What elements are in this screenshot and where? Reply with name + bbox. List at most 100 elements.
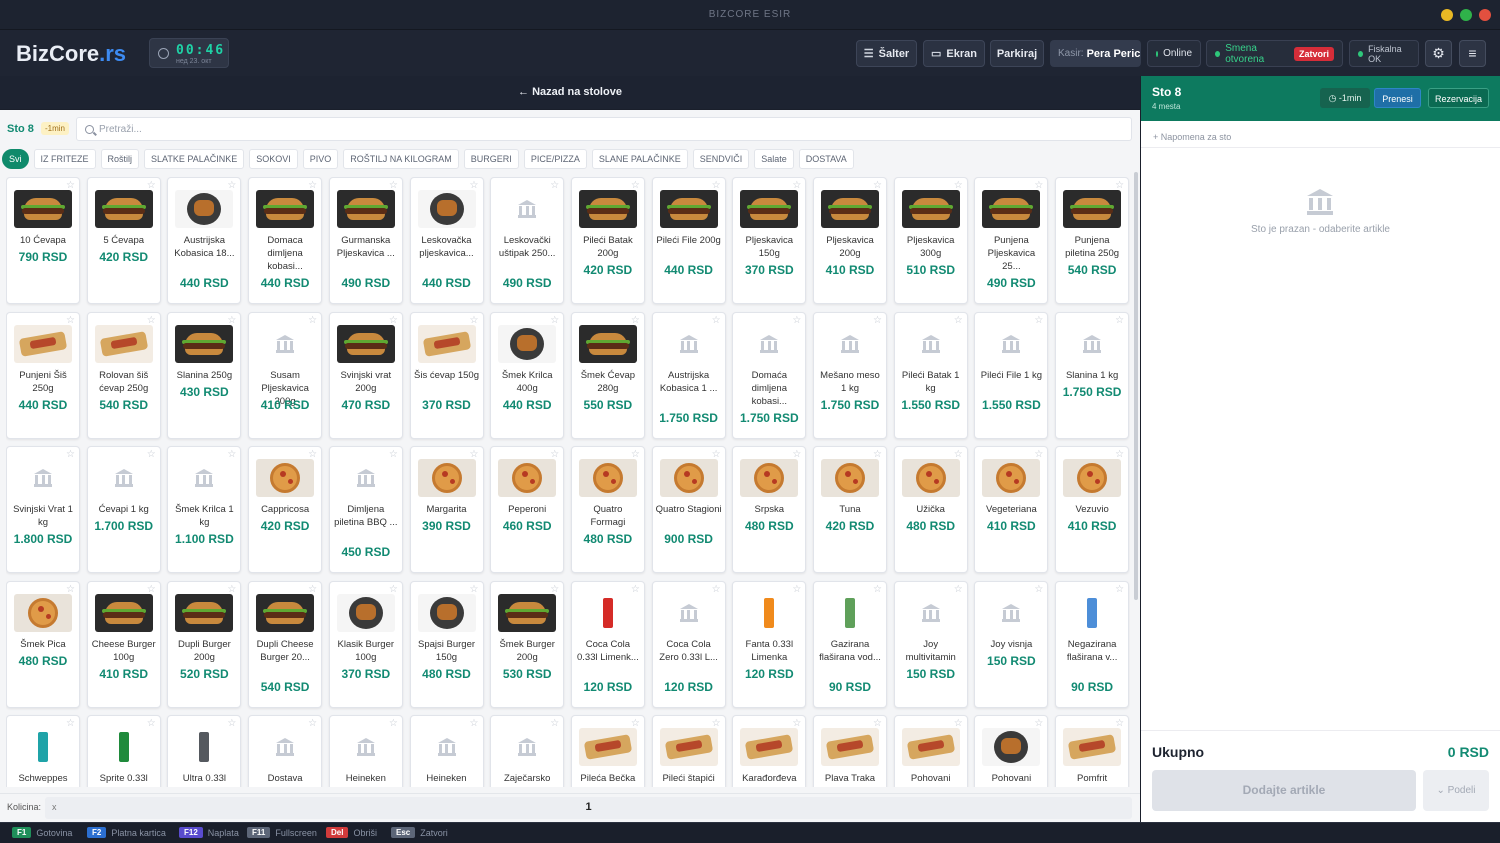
favorite-star-icon[interactable]: ☆ — [712, 315, 721, 326]
product-card[interactable]: ☆ Šmek Burger 200g 530 RSD — [490, 580, 565, 708]
product-card[interactable]: ☆ Joy multivitamin 150 RSD — [893, 580, 968, 708]
split-button[interactable]: ⌄ Podeli — [1423, 770, 1489, 811]
product-card[interactable]: ☆ Tuna 420 RSD — [813, 446, 887, 573]
favorite-star-icon[interactable]: ☆ — [308, 315, 317, 326]
product-card[interactable]: ☆ Domaca dimljena kobasi... 440 RSD — [248, 177, 323, 304]
favorite-star-icon[interactable]: ☆ — [954, 584, 963, 595]
product-card[interactable]: ☆ Pomfrit — [1055, 715, 1130, 787]
product-card[interactable]: ☆ Pohovani — [974, 715, 1049, 787]
category-tab[interactable]: SLANE PALAČINKE — [591, 149, 688, 169]
product-card[interactable]: ☆ Šmek Ćevap 280g 550 RSD — [570, 311, 645, 439]
favorite-star-icon[interactable]: ☆ — [792, 315, 801, 326]
favorite-star-icon[interactable]: ☆ — [631, 315, 640, 326]
search-input[interactable] — [99, 121, 1099, 137]
product-card[interactable]: ☆ Leskovačka pljeskavica... 440 RSD — [409, 177, 484, 304]
product-card[interactable]: ☆ Sprite 0.33l — [86, 715, 161, 787]
category-tab[interactable]: SOKOVI — [249, 149, 298, 169]
add-note-button[interactable]: + Napomena za sto — [1153, 132, 1231, 142]
favorite-star-icon[interactable]: ☆ — [470, 315, 479, 326]
favorite-star-icon[interactable]: ☆ — [66, 584, 75, 595]
product-card[interactable]: ☆ Šmek Krilca 400g 440 RSD — [490, 311, 565, 439]
shortcut-item[interactable]: Esc Zatvori — [391, 827, 448, 838]
product-card[interactable]: ☆ Coca Cola 0.33l Limenk... 120 RSD — [570, 580, 645, 708]
product-card[interactable]: ☆ Srpska 480 RSD — [732, 446, 807, 573]
product-card[interactable]: ☆ Pileći File 200g 440 RSD — [651, 177, 726, 304]
parkiraj-button[interactable]: Parkiraj — [990, 40, 1044, 67]
product-card[interactable]: ☆ Dimljena piletina BBQ ... 450 RSD — [328, 446, 403, 573]
product-card[interactable]: ☆ Šmek Pica 480 RSD — [6, 580, 80, 708]
favorite-star-icon[interactable]: ☆ — [147, 584, 156, 595]
favorite-star-icon[interactable]: ☆ — [470, 584, 479, 595]
product-card[interactable]: ☆ Svinjski Vrat 1 kg 1.800 RSD — [6, 446, 80, 573]
product-card[interactable]: ☆ Rolovan šiš ćevap 250g 540 RSD — [86, 311, 161, 439]
category-tab[interactable]: DOSTAVA — [798, 149, 854, 169]
category-tab[interactable]: PICE/PIZZA — [523, 149, 587, 169]
product-card[interactable]: ☆ Ćevapi 1 kg 1.700 RSD — [86, 446, 161, 573]
product-card[interactable]: ☆ Vezuvio 410 RSD — [1055, 446, 1130, 573]
product-card[interactable]: ☆ Peperoni 460 RSD — [490, 446, 565, 573]
product-card[interactable]: ☆ Austrijska Kobasica 1 ... 1.750 RSD — [651, 311, 726, 439]
product-card[interactable]: ☆ Margarita 390 RSD — [409, 446, 484, 573]
category-tab[interactable]: SLATKE PALAČINKE — [144, 149, 245, 169]
rezervacija-button[interactable]: Rezervacija — [1428, 88, 1489, 108]
back-to-tables-button[interactable]: ← Nazad na stolove — [0, 76, 1140, 109]
product-card[interactable]: ☆ Gazirana flaširana vod... 90 RSD — [813, 580, 887, 708]
product-card[interactable]: ☆ Punjeni Šiš 250g 440 RSD — [6, 311, 80, 439]
category-tab[interactable]: BURGERI — [463, 149, 519, 169]
salter-button[interactable]: ☰ Šalter — [856, 40, 917, 67]
product-card[interactable]: ☆ Austrijska Kobasica 18... 440 RSD — [167, 177, 242, 304]
product-card[interactable]: ☆ Susam Pljeskavica 200g 410 RSD — [248, 311, 323, 439]
category-tab[interactable]: PIVO — [302, 149, 339, 169]
favorite-star-icon[interactable]: ☆ — [389, 584, 398, 595]
product-card[interactable]: ☆ Pohovani — [893, 715, 968, 787]
favorite-star-icon[interactable]: ☆ — [712, 584, 721, 595]
product-card[interactable]: ☆ Slanina 1 kg 1.750 RSD — [1055, 311, 1130, 439]
product-card[interactable]: ☆ Užička 480 RSD — [893, 446, 968, 573]
category-tab[interactable]: Salate — [754, 149, 794, 169]
product-card[interactable]: ☆ Heineken — [409, 715, 484, 787]
product-card[interactable]: ☆ Mešano meso 1 kg 1.750 RSD — [813, 311, 887, 439]
product-card[interactable]: ☆ Svinjski vrat 200g 470 RSD — [328, 311, 403, 439]
quantity-input[interactable]: x 1 — [45, 797, 1132, 819]
product-card[interactable]: ☆ Leskovački uštipak 250... 490 RSD — [490, 177, 565, 304]
product-card[interactable]: ☆ Karađorđeva — [732, 715, 807, 787]
product-card[interactable]: ☆ Plava Traka — [813, 715, 887, 787]
product-card[interactable]: ☆ Punjena piletina 250g 540 RSD — [1055, 177, 1130, 304]
favorite-star-icon[interactable]: ☆ — [227, 584, 236, 595]
product-card[interactable]: ☆ Pljeskavica 300g 510 RSD — [893, 177, 968, 304]
shortcut-item[interactable]: F1 Gotovina — [12, 827, 72, 838]
favorite-star-icon[interactable]: ☆ — [873, 315, 882, 326]
shortcut-item[interactable]: Del Obriši — [326, 827, 377, 838]
category-tab[interactable]: Svi — [2, 149, 29, 169]
close-window-button[interactable] — [1479, 9, 1491, 21]
product-card[interactable]: ☆ Quatro Formagi 480 RSD — [570, 446, 645, 573]
product-card[interactable]: ☆ Domaća dimljena kobasi... 1.750 RSD — [732, 311, 807, 439]
product-card[interactable]: ☆ Zaječarsko — [490, 715, 565, 787]
category-tab[interactable]: SENDVIČI — [692, 149, 750, 169]
favorite-star-icon[interactable]: ☆ — [954, 315, 963, 326]
close-shift-button[interactable]: Zatvori — [1293, 46, 1334, 61]
favorite-star-icon[interactable]: ☆ — [1115, 315, 1124, 326]
product-card[interactable]: ☆ 5 Ćevapa 420 RSD — [86, 177, 161, 304]
category-tab[interactable]: ROŠTILJ NA KILOGRAM — [343, 149, 459, 169]
favorite-star-icon[interactable]: ☆ — [308, 584, 317, 595]
product-card[interactable]: ☆ 10 Ćevapa 790 RSD — [6, 177, 80, 304]
product-card[interactable]: ☆ Gurmanska Pljeskavica ... 490 RSD — [328, 177, 403, 304]
product-card[interactable]: ☆ Pileća Bečka — [570, 715, 645, 787]
product-card[interactable]: ☆ Pileći štapići — [651, 715, 726, 787]
favorite-star-icon[interactable]: ☆ — [631, 584, 640, 595]
category-tab[interactable]: Roštilj — [100, 149, 140, 169]
product-card[interactable]: ☆ Šmek Krilca 1 kg 1.100 RSD — [167, 446, 242, 573]
shortcut-item[interactable]: F2 Platna kartica — [87, 827, 166, 838]
minimize-button[interactable] — [1441, 9, 1453, 21]
product-card[interactable]: ☆ Spajsi Burger 150g 480 RSD — [409, 580, 484, 708]
product-card[interactable]: ☆ Dupli Burger 200g 520 RSD — [167, 580, 242, 708]
favorite-star-icon[interactable]: ☆ — [1034, 315, 1043, 326]
favorite-star-icon[interactable]: ☆ — [1034, 584, 1043, 595]
product-card[interactable]: ☆ Punjena Pljeskavica 25... 490 RSD — [974, 177, 1049, 304]
maximize-button[interactable] — [1460, 9, 1472, 21]
product-card[interactable]: ☆ Cheese Burger 100g 410 RSD — [86, 580, 161, 708]
settings-gear-icon[interactable]: ⚙ — [1425, 40, 1452, 67]
favorite-star-icon[interactable]: ☆ — [389, 315, 398, 326]
favorite-star-icon[interactable]: ☆ — [550, 315, 559, 326]
